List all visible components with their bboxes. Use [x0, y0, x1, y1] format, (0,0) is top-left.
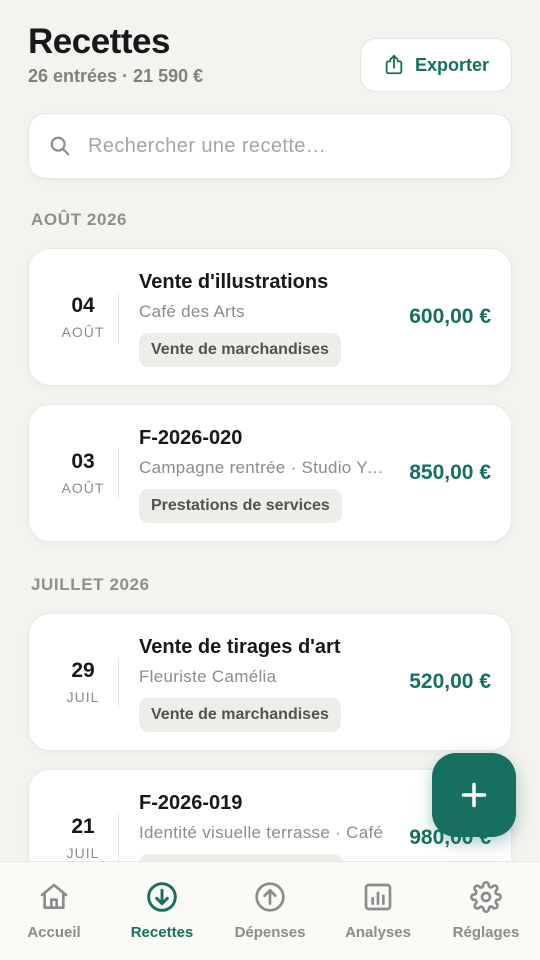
nav-item-analyses[interactable]: Analyses	[324, 862, 432, 941]
search-icon	[50, 136, 70, 156]
nav-label: Analyses	[345, 924, 411, 941]
divider	[118, 449, 119, 499]
item-client: Fleuriste Camélia	[139, 667, 277, 686]
item-title: Vente d'illustrations	[139, 271, 329, 293]
date-month: JUIL	[66, 689, 100, 705]
divider	[118, 658, 119, 708]
list-item[interactable]: 03 AOÛT F-2026-020 Campagne rentrée · St…	[28, 404, 512, 542]
nav-item-recettes[interactable]: Recettes	[108, 862, 216, 941]
bar-chart-icon	[364, 883, 392, 911]
item-client: Café des Arts	[139, 302, 245, 321]
item-title: F-2026-020	[139, 427, 243, 449]
search-bar	[28, 113, 512, 179]
section-header: JUILLET 2026	[31, 575, 150, 594]
date-month: AOÛT	[61, 480, 105, 496]
plus-icon	[461, 782, 487, 808]
date-day: 04	[71, 294, 95, 317]
section-header: AOÛT 2026	[31, 210, 128, 229]
item-amount: 850,00 €	[409, 461, 491, 484]
divider	[118, 293, 119, 343]
item-title: F-2026-019	[139, 792, 243, 814]
date-block: 03 AOÛT	[29, 405, 137, 541]
home-icon	[40, 883, 68, 909]
item-client: Campagne rentrée · Studio Ypsilon	[139, 458, 393, 477]
page-header: Recettes 26 entrées · 21 590 € Exporter	[28, 22, 512, 94]
date-day: 29	[71, 659, 95, 682]
share-export-icon	[385, 54, 403, 75]
category-badge: Vente de marchandises	[139, 698, 341, 732]
nav-item-reglages[interactable]: Réglages	[432, 862, 540, 941]
search-input[interactable]	[88, 134, 468, 158]
divider	[118, 814, 119, 864]
nav-item-depenses[interactable]: Dépenses	[216, 862, 324, 941]
nav-label: Réglages	[452, 924, 520, 941]
arrow-down-circle-icon	[147, 882, 177, 912]
date-month: JUIL	[66, 845, 100, 861]
category-badge: Prestations de services	[139, 489, 342, 523]
bottom-nav: Accueil Recettes Dépenses Analyses Régla…	[0, 861, 540, 960]
nav-item-accueil[interactable]: Accueil	[0, 862, 108, 941]
item-title: Vente de tirages d'art	[139, 636, 341, 658]
gear-icon	[470, 881, 502, 913]
date-block: 04 AOÛT	[29, 249, 137, 385]
item-client: Identité visuelle terrasse · Café	[139, 823, 384, 842]
date-day: 21	[71, 815, 95, 838]
add-recette-button[interactable]	[432, 753, 516, 837]
export-label: Exporter	[414, 54, 490, 75]
category-badge: Vente de marchandises	[139, 333, 341, 367]
nav-label: Accueil	[27, 924, 81, 941]
nav-label: Dépenses	[234, 924, 306, 941]
list-item[interactable]: 04 AOÛT Vente d'illustrations Café des A…	[28, 248, 512, 386]
arrow-up-circle-icon	[255, 882, 285, 912]
date-day: 03	[71, 450, 95, 473]
item-amount: 520,00 €	[409, 670, 491, 693]
list-item[interactable]: 29 JUIL Vente de tirages d'art Fleuriste…	[28, 613, 512, 751]
export-button[interactable]: Exporter	[360, 38, 512, 92]
nav-label: Recettes	[130, 924, 194, 941]
date-month: AOÛT	[61, 324, 105, 340]
date-block: 29 JUIL	[29, 614, 137, 750]
item-amount: 600,00 €	[409, 305, 491, 328]
